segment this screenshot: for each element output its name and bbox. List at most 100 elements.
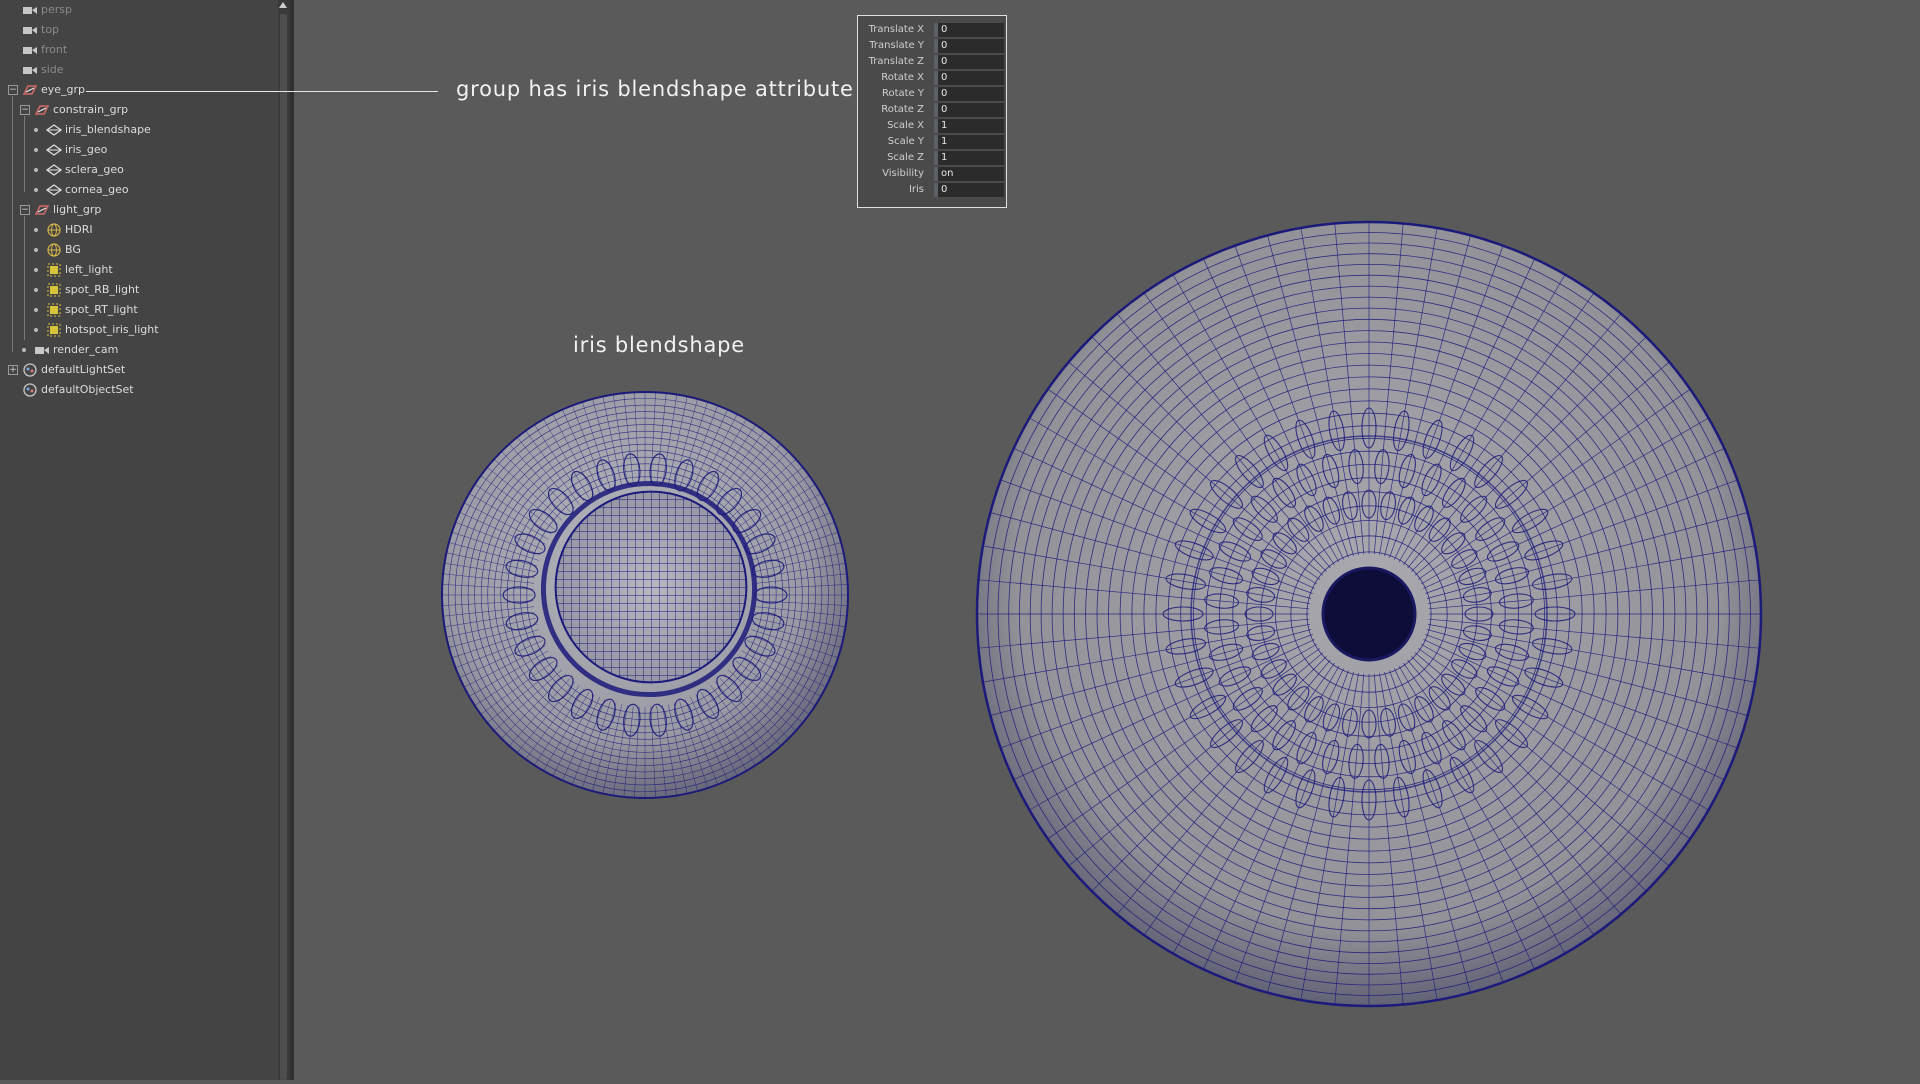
channel-value-field[interactable]: 0 bbox=[934, 55, 1004, 69]
outliner-item-side[interactable]: side bbox=[0, 60, 278, 80]
outliner-item-label: side bbox=[41, 63, 64, 76]
light-icon bbox=[46, 323, 62, 337]
viewport[interactable] bbox=[294, 0, 1920, 1080]
iris-blendshape-mesh[interactable] bbox=[441, 391, 849, 799]
channel-value-field[interactable]: 0 bbox=[934, 71, 1004, 85]
group-icon bbox=[22, 83, 38, 97]
annotation-blendshape-label: iris blendshape bbox=[573, 333, 746, 357]
group-icon bbox=[34, 103, 50, 117]
annotation-leader-line bbox=[86, 91, 438, 92]
channel-value-field[interactable]: 1 bbox=[934, 151, 1004, 165]
tree-line bbox=[24, 116, 25, 192]
scroll-up-arrow-icon[interactable] bbox=[279, 2, 287, 8]
set-icon bbox=[22, 383, 38, 397]
collapse-icon[interactable]: − bbox=[20, 205, 30, 215]
outliner-item-front[interactable]: front bbox=[0, 40, 278, 60]
channel-label: Iris bbox=[908, 184, 924, 195]
channel-box: Translate X 0 Translate Y 0 Translate Z 0 Rota… bbox=[857, 15, 1007, 208]
outliner-panel: persp top front side − eye_grp − constrain_grpi… bbox=[0, 0, 278, 1080]
tree-node-dot bbox=[34, 328, 38, 332]
channel-value-field[interactable]: 1 bbox=[934, 119, 1004, 133]
outliner-item-iris-blendshape[interactable]: iris_blendshape bbox=[0, 120, 278, 140]
tree-node-dot bbox=[34, 308, 38, 312]
scrollbar-thumb[interactable] bbox=[280, 14, 287, 1080]
mesh-icon bbox=[45, 163, 63, 177]
collapse-icon[interactable]: − bbox=[8, 85, 18, 95]
outliner-item-bg[interactable]: BG bbox=[0, 240, 278, 260]
collapse-icon[interactable]: − bbox=[20, 105, 30, 115]
outliner-item-label: constrain_grp bbox=[53, 103, 129, 116]
channel-value-field[interactable]: 0 bbox=[934, 103, 1004, 117]
outliner-item-light-grp[interactable]: − light_grp bbox=[0, 200, 278, 220]
tree-node-dot bbox=[34, 248, 38, 252]
tree-node-dot bbox=[34, 268, 38, 272]
camera-icon bbox=[22, 3, 38, 17]
outliner-item-sclera-geo[interactable]: sclera_geo bbox=[0, 160, 278, 180]
outliner-item-constrain-grp[interactable]: − constrain_grp bbox=[0, 100, 278, 120]
channel-row-visibility[interactable]: Visibility on bbox=[858, 166, 1006, 182]
outliner-item-left-light[interactable]: left_light bbox=[0, 260, 278, 280]
channel-label: Scale Z bbox=[887, 152, 924, 163]
channel-value-field[interactable]: 0 bbox=[934, 39, 1004, 53]
mesh-icon bbox=[45, 183, 63, 197]
channel-value-field[interactable]: 0 bbox=[934, 23, 1004, 37]
outliner-item-label: front bbox=[41, 43, 68, 56]
channel-row-translate-x[interactable]: Translate X 0 bbox=[858, 22, 1006, 38]
outliner-item-iris-geo[interactable]: iris_geo bbox=[0, 140, 278, 160]
outliner-item-hdri[interactable]: HDRI bbox=[0, 220, 278, 240]
viewport-canvas[interactable] bbox=[294, 0, 1920, 1080]
expand-icon[interactable]: + bbox=[8, 365, 18, 375]
channel-row-scale-x[interactable]: Scale X 1 bbox=[858, 118, 1006, 134]
camera-icon bbox=[22, 43, 38, 57]
camera-icon bbox=[22, 63, 38, 77]
outliner-item-cornea-geo[interactable]: cornea_geo bbox=[0, 180, 278, 200]
channel-row-scale-y[interactable]: Scale Y 1 bbox=[858, 134, 1006, 150]
outliner-item-label: iris_geo bbox=[65, 143, 108, 156]
outliner-item-render-cam[interactable]: render_cam bbox=[0, 340, 278, 360]
mesh-icon bbox=[45, 143, 63, 157]
channel-row-rotate-y[interactable]: Rotate Y 0 bbox=[858, 86, 1006, 102]
channel-value-field[interactable]: 1 bbox=[934, 135, 1004, 149]
outliner-item-label: top bbox=[41, 23, 60, 36]
outliner-item-label: iris_blendshape bbox=[65, 123, 151, 136]
light-icon bbox=[46, 303, 62, 317]
outliner-item-defaultlightset[interactable]: + defaultLightSet bbox=[0, 360, 278, 380]
outliner-item-label: persp bbox=[41, 3, 72, 16]
light-icon bbox=[46, 263, 62, 277]
channel-value-field[interactable]: 0 bbox=[934, 87, 1004, 101]
outliner-item-spot-rb-light[interactable]: spot_RB_light bbox=[0, 280, 278, 300]
tree-node-dot bbox=[34, 168, 38, 172]
channel-row-rotate-x[interactable]: Rotate X 0 bbox=[858, 70, 1006, 86]
channel-row-translate-z[interactable]: Translate Z 0 bbox=[858, 54, 1006, 70]
outliner-item-top[interactable]: top bbox=[0, 20, 278, 40]
channel-value-field[interactable]: 0 bbox=[934, 183, 1004, 197]
outliner-item-spot-rt-light[interactable]: spot_RT_light bbox=[0, 300, 278, 320]
channel-value-field[interactable]: on bbox=[934, 167, 1004, 181]
channel-row-translate-y[interactable]: Translate Y 0 bbox=[858, 38, 1006, 54]
outliner-scrollbar[interactable] bbox=[278, 0, 290, 1080]
channel-label: Translate Z bbox=[868, 56, 924, 67]
outliner-item-persp[interactable]: persp bbox=[0, 0, 278, 20]
channel-row-rotate-z[interactable]: Rotate Z 0 bbox=[858, 102, 1006, 118]
channel-label: Translate X bbox=[868, 24, 924, 35]
channel-row-scale-z[interactable]: Scale Z 1 bbox=[858, 150, 1006, 166]
outliner-item-defaultobjectset[interactable]: defaultObjectSet bbox=[0, 380, 278, 400]
outliner-item-label: defaultLightSet bbox=[41, 363, 126, 376]
tree-line bbox=[12, 96, 13, 352]
outliner-item-label: left_light bbox=[65, 263, 113, 276]
outliner-item-eye-grp[interactable]: − eye_grp bbox=[0, 80, 278, 100]
tree-node-dot bbox=[34, 188, 38, 192]
eyeball-mesh[interactable] bbox=[975, 220, 1763, 1008]
tree-node-dot bbox=[34, 128, 38, 132]
channel-row-iris[interactable]: Iris 0 bbox=[858, 182, 1006, 198]
outliner-item-hotspot-iris-light[interactable]: hotspot_iris_light bbox=[0, 320, 278, 340]
outliner-item-label: sclera_geo bbox=[65, 163, 124, 176]
mesh-icon bbox=[45, 123, 63, 137]
outliner-item-label: defaultObjectSet bbox=[41, 383, 134, 396]
channel-label: Scale X bbox=[887, 120, 924, 131]
outliner-item-label: eye_grp bbox=[41, 83, 86, 96]
tree-node-dot bbox=[34, 288, 38, 292]
tree-node-dot bbox=[34, 228, 38, 232]
outliner-item-label: HDRI bbox=[65, 223, 93, 236]
annotation-group-note: group has iris blendshape attribute bbox=[456, 77, 854, 101]
